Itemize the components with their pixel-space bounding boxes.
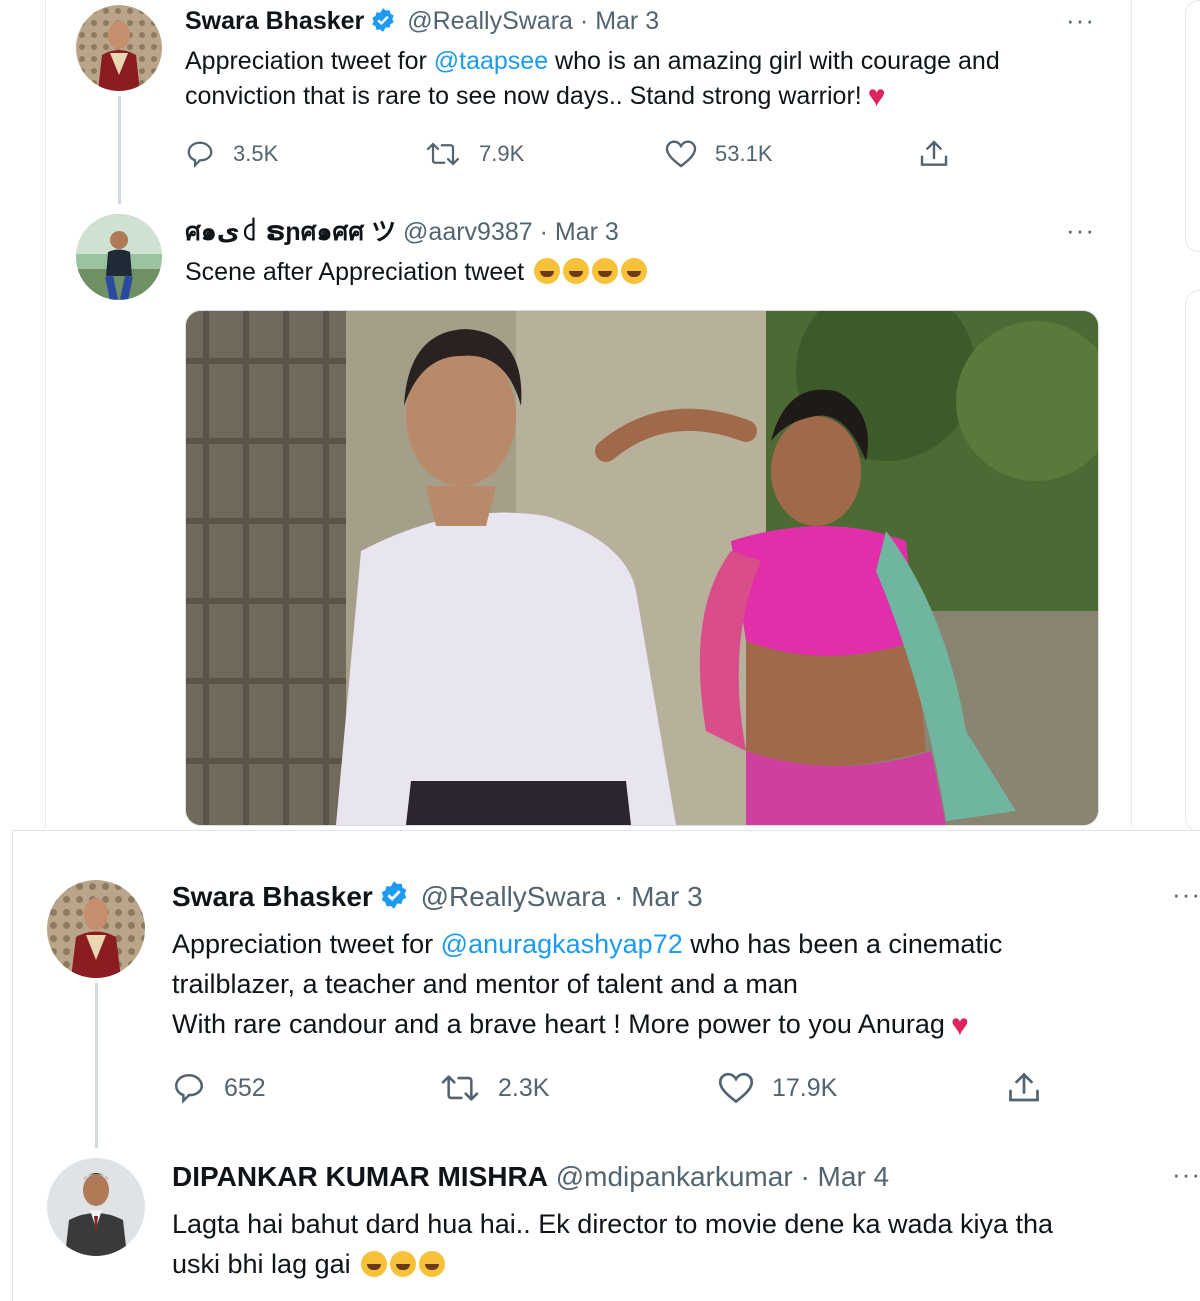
display-name[interactable]: DIPANKAR KUMAR MISHRA [172, 1161, 548, 1192]
reply-count: 3.5K [233, 141, 279, 166]
like-button[interactable]: 53.1K [665, 139, 773, 169]
handle[interactable]: @ReallySwara [421, 881, 607, 912]
thread-line [118, 96, 121, 204]
tweet-text: Appreciation tweet for @anuragkashyap72 … [172, 929, 1003, 1042]
timestamp[interactable]: Mar 4 [818, 1161, 890, 1192]
rofl-emoji [563, 258, 590, 284]
retweet-count: 2.3K [498, 1073, 550, 1102]
share-button[interactable] [1006, 1070, 1060, 1106]
handle[interactable]: @mdipankarkumar [556, 1161, 793, 1192]
tweet-image[interactable] [185, 310, 1099, 826]
tweet-actions: 3.5K 7.9K 53.1K [185, 136, 965, 172]
retweet-count: 7.9K [479, 141, 525, 166]
reply-button[interactable]: 3.5K [185, 139, 278, 169]
side-card [1185, 0, 1200, 252]
mention-link[interactable]: @anuragkashyap72 [441, 929, 683, 959]
like-count: 17.9K [772, 1073, 838, 1102]
timestamp[interactable]: Mar 3 [631, 881, 703, 912]
tweet-header: Swara Bhasker @ReallySwara · Mar 3 [185, 6, 659, 40]
separator: · [579, 7, 589, 35]
like-icon [665, 140, 697, 168]
more-icon[interactable]: ··· [1172, 881, 1200, 907]
share-icon [920, 140, 948, 166]
heart-emoji: ♥ [867, 80, 886, 113]
reply-button[interactable]: 652 [172, 1071, 266, 1105]
like-icon [718, 1072, 754, 1104]
rofl-emoji [534, 258, 561, 284]
separator: · [613, 881, 624, 912]
reply-count: 652 [224, 1073, 266, 1102]
tweet-text: Lagta hai bahut dard hua hai.. Ek direct… [172, 1209, 1054, 1279]
display-name[interactable]: Swara Bhasker [172, 881, 373, 912]
reply-icon [174, 1073, 204, 1104]
timestamp[interactable]: Mar 3 [595, 7, 659, 35]
tweet-actions: 652 2.3K 17.9K [172, 1068, 1052, 1108]
reply-icon [187, 141, 213, 168]
verified-badge-icon [379, 880, 409, 918]
like-count: 53.1K [715, 141, 773, 166]
rofl-emoji [621, 258, 648, 284]
retweet-button[interactable]: 7.9K [425, 139, 524, 169]
avatar[interactable] [47, 880, 145, 978]
handle[interactable]: @ReallySwara [407, 7, 573, 35]
tweet-header: ศ๑ﻯ꒯ ຣɲศ๑ศศ ツ @aarv9387 · Mar 3 [185, 217, 619, 247]
retweet-icon [441, 1075, 479, 1101]
tweet-header: DIPANKAR KUMAR MISHRA @mdipankarkumar · … [172, 1160, 889, 1194]
heart-emoji: ♥ [950, 1009, 969, 1042]
separator: · [800, 1161, 810, 1192]
display-name[interactable]: Swara Bhasker [185, 7, 364, 35]
joy-emoji [361, 1251, 388, 1277]
verified-badge-icon [370, 7, 396, 40]
tweet-text: Scene after Appreciation tweet [185, 255, 648, 290]
tweet-header: Swara Bhasker @ReallySwara · Mar 3 [172, 880, 703, 918]
share-button[interactable] [918, 138, 968, 170]
like-button[interactable]: 17.9K [718, 1071, 837, 1105]
more-icon[interactable]: ··· [1066, 217, 1095, 243]
retweet-button[interactable]: 2.3K [440, 1071, 549, 1105]
thread-line [95, 983, 98, 1148]
display-name[interactable]: ศ๑ﻯ꒯ ຣɲศ๑ศศ ツ [185, 218, 396, 246]
joy-emoji [419, 1251, 446, 1277]
more-icon[interactable]: ··· [1172, 1161, 1200, 1187]
side-card [1185, 290, 1200, 832]
more-icon[interactable]: ··· [1066, 7, 1095, 33]
timestamp[interactable]: Mar 3 [555, 218, 619, 246]
share-icon [1009, 1072, 1039, 1102]
rofl-emoji [592, 258, 619, 284]
mention-link[interactable]: @taapsee [434, 47, 548, 75]
handle[interactable]: @aarv9387 [403, 218, 533, 246]
tweet-text: Appreciation tweet for @taapsee who is a… [185, 47, 1000, 113]
joy-emoji [390, 1251, 417, 1277]
separator: · [539, 218, 548, 246]
avatar[interactable] [76, 214, 162, 300]
avatar[interactable] [76, 5, 162, 91]
avatar[interactable] [47, 1158, 145, 1256]
retweet-icon [426, 142, 460, 166]
